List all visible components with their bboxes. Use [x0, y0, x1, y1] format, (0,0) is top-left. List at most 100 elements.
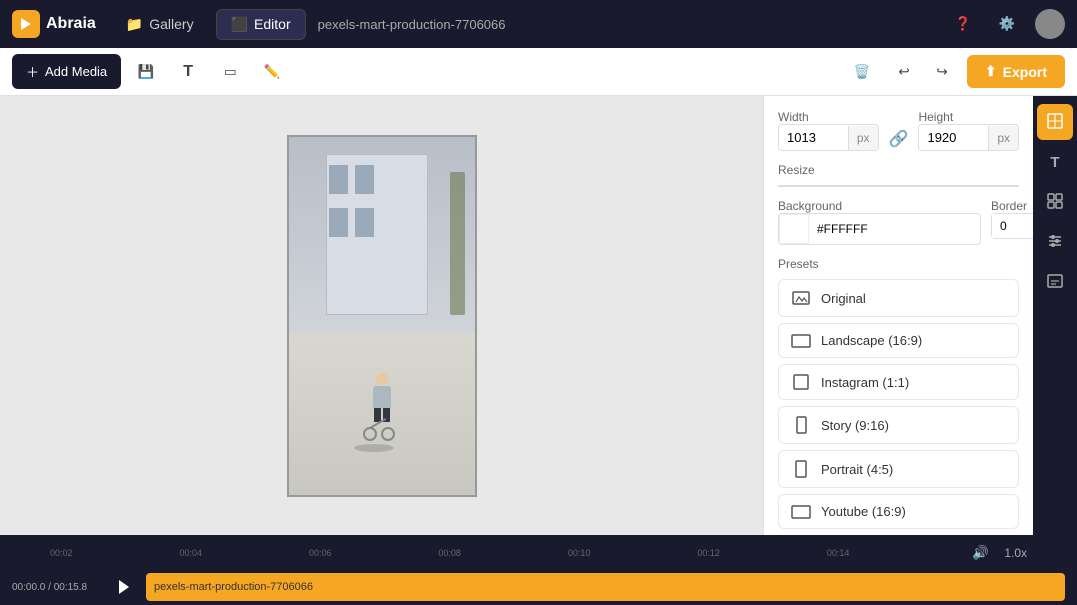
resize-icon	[1046, 112, 1064, 133]
background-input-wrap	[778, 213, 981, 245]
story-preset-icon	[791, 416, 811, 434]
save-icon: 💾	[138, 64, 155, 80]
right-panel: Width px 🔗 Height px Resize Pad Crop	[763, 96, 1033, 535]
width-input-group: px	[778, 124, 879, 151]
draw-icon: ✏️	[264, 64, 281, 80]
video-preview	[287, 135, 477, 497]
adjust-icon	[1046, 232, 1064, 253]
tick-4: 00:08	[438, 548, 461, 558]
width-input[interactable]	[779, 125, 848, 150]
sidebar-adjust-button[interactable]	[1037, 224, 1073, 260]
preset-instagram-button[interactable]: Instagram (1:1)	[778, 364, 1019, 400]
resize-mode-toggle: Pad Crop	[778, 185, 1019, 187]
background-color-input[interactable]	[809, 217, 980, 241]
delete-button[interactable]: 🗑️	[845, 55, 879, 89]
presets-label: Presets	[778, 257, 1019, 271]
text-button[interactable]: T	[171, 55, 205, 89]
effects-icon	[1046, 192, 1064, 213]
text-icon: T	[183, 63, 193, 81]
preset-portrait-button[interactable]: Portrait (4:5)	[778, 450, 1019, 488]
link-dimensions-icon[interactable]: 🔗	[889, 129, 909, 149]
original-preset-icon	[791, 289, 811, 307]
undo-redo: ↩ ↪	[887, 55, 959, 89]
pad-button[interactable]: Pad	[779, 186, 899, 187]
youtube-preset-icon	[791, 505, 811, 519]
file-name: pexels-mart-production-7706066	[318, 17, 939, 32]
nav-right: ❓ ⚙️	[947, 8, 1065, 40]
preset-youtube-button[interactable]: Youtube (16:9)	[778, 494, 1019, 529]
sidebar-text-button[interactable]: T	[1037, 144, 1073, 180]
shape-button[interactable]: ▭	[213, 55, 247, 89]
tick-6: 00:12	[697, 548, 720, 558]
gallery-label: Gallery	[149, 16, 193, 32]
plus-icon: ＋	[26, 62, 39, 81]
avatar[interactable]	[1035, 9, 1065, 39]
width-unit: px	[848, 126, 878, 150]
export-label: Export	[1003, 64, 1047, 80]
ruler-ticks: 00:02 00:04 00:06 00:08 00:10 00:12 00:1…	[50, 548, 956, 558]
instagram-preset-label: Instagram (1:1)	[821, 375, 909, 390]
timeline: 00:02 00:04 00:06 00:08 00:10 00:12 00:1…	[0, 535, 1077, 605]
dimensions-row: Width px 🔗 Height px	[778, 110, 1019, 151]
speed-display: 1.0x	[1004, 546, 1027, 560]
toolbar: ＋ Add Media 💾 T ▭ ✏️ 🗑️ ↩ ↪ ⬆ Export	[0, 48, 1077, 96]
timeline-header: 00:02 00:04 00:06 00:08 00:10 00:12 00:1…	[0, 535, 1077, 569]
redo-button[interactable]: ↪	[925, 55, 959, 89]
upload-icon: ⬆	[985, 63, 997, 80]
subtitles-icon	[1046, 272, 1064, 293]
help-button[interactable]: ❓	[947, 8, 979, 40]
portrait-preset-label: Portrait (4:5)	[821, 462, 893, 477]
logo-text: Abraia	[46, 15, 96, 33]
landscape-preset-icon	[791, 334, 811, 348]
add-media-label: Add Media	[45, 64, 107, 79]
instagram-preset-icon	[791, 374, 811, 390]
editor-icon: ⬛	[231, 16, 248, 33]
border-value-input[interactable]	[992, 214, 1033, 238]
original-preset-label: Original	[821, 291, 866, 306]
editor-nav-btn[interactable]: ⬛ Editor	[216, 9, 306, 40]
top-nav: Abraia 📁 Gallery ⬛ Editor pexels-mart-pr…	[0, 0, 1077, 48]
preset-landscape-button[interactable]: Landscape (16:9)	[778, 323, 1019, 358]
export-button[interactable]: ⬆ Export	[967, 55, 1065, 88]
height-input[interactable]	[919, 125, 988, 150]
undo-button[interactable]: ↩	[887, 55, 921, 89]
crop-button[interactable]: Crop	[899, 186, 1018, 187]
gear-icon: ⚙️	[999, 16, 1016, 32]
main-content: Width px 🔗 Height px Resize Pad Crop	[0, 96, 1077, 535]
tick-2: 00:04	[179, 548, 202, 558]
editor-label: Editor	[254, 16, 291, 32]
preset-story-button[interactable]: Story (9:16)	[778, 406, 1019, 444]
add-media-button[interactable]: ＋ Add Media	[12, 54, 121, 89]
draw-button[interactable]: ✏️	[255, 55, 289, 89]
height-label: Height	[918, 110, 1019, 124]
sidebar-subtitles-button[interactable]	[1037, 264, 1073, 300]
play-button[interactable]	[110, 573, 138, 601]
height-unit: px	[988, 126, 1018, 150]
youtube-preset-label: Youtube (16:9)	[821, 504, 906, 519]
volume-icon: 🔊	[972, 545, 989, 561]
save-button[interactable]: 💾	[129, 55, 163, 89]
trash-icon: 🗑️	[854, 64, 871, 80]
landscape-preset-label: Landscape (16:9)	[821, 333, 922, 348]
sidebar-resize-button[interactable]	[1037, 104, 1073, 140]
portrait-preset-icon	[791, 460, 811, 478]
text-sidebar-icon: T	[1050, 154, 1059, 171]
folder-icon: 📁	[126, 16, 143, 33]
background-color-swatch[interactable]	[779, 214, 809, 244]
undo-icon: ↩	[898, 64, 909, 80]
sidebar-effects-button[interactable]	[1037, 184, 1073, 220]
time-current: 00:00.0	[12, 582, 45, 593]
canvas-area	[0, 96, 763, 535]
tick-7: 00:14	[827, 548, 850, 558]
preset-original-button[interactable]: Original	[778, 279, 1019, 317]
logo: Abraia	[12, 10, 96, 38]
gallery-nav-btn[interactable]: 📁 Gallery	[112, 10, 208, 39]
border-group: Border px	[991, 199, 1033, 245]
redo-icon: ↪	[936, 64, 947, 80]
timeline-track-area: 00:00.0 / 00:15.8 pexels-mart-production…	[0, 569, 1077, 605]
timeline-track[interactable]: pexels-mart-production-7706066	[146, 573, 1065, 601]
settings-button[interactable]: ⚙️	[991, 8, 1023, 40]
tick-3: 00:06	[309, 548, 332, 558]
volume-button[interactable]: 🔊	[964, 537, 996, 569]
width-label: Width	[778, 110, 879, 124]
